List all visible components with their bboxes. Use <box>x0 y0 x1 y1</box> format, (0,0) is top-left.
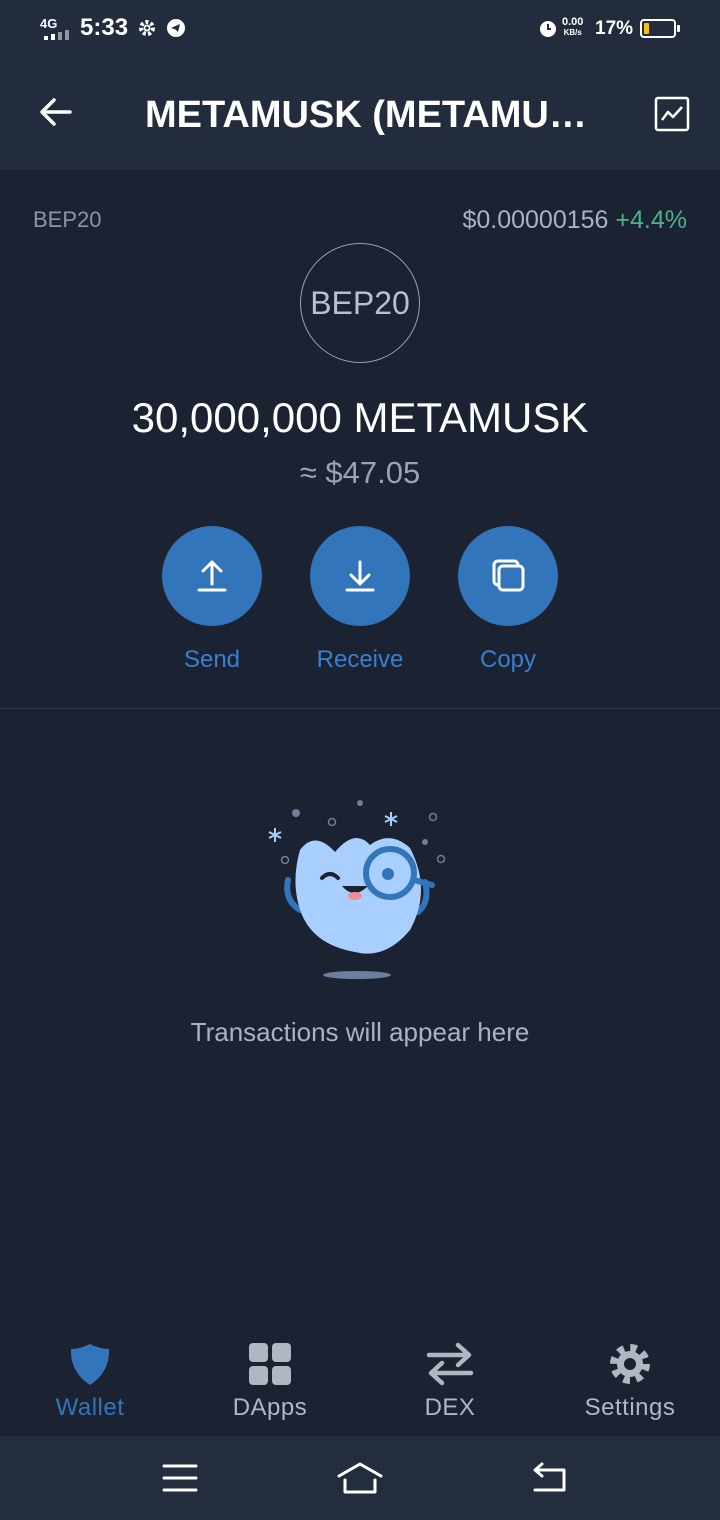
price-change: +4.4% <box>615 206 687 234</box>
upload-icon <box>197 560 227 592</box>
send-button[interactable]: Send <box>162 526 262 673</box>
network-label: BEP20 <box>33 207 102 232</box>
gear-icon <box>610 1344 650 1384</box>
token-logo-text: BEP20 <box>310 284 410 321</box>
back-nav-icon[interactable] <box>527 1456 571 1500</box>
download-icon <box>345 560 375 592</box>
chart-icon[interactable] <box>654 96 690 132</box>
empty-state-message: Transactions will appear here <box>190 1017 530 1047</box>
network-type: 4G <box>40 16 58 31</box>
swap-icon <box>426 1342 474 1386</box>
back-arrow-icon[interactable] <box>34 90 78 134</box>
menu-icon[interactable] <box>158 1456 202 1500</box>
empty-transactions-illustration <box>268 800 446 979</box>
tab-dapps-label[interactable]: DApps <box>180 1394 360 1422</box>
speed-value: 0.00 <box>562 16 584 28</box>
tab-wallet[interactable]: Wallet <box>0 1330 180 1435</box>
price-value: $0.00000156 <box>462 206 609 234</box>
speed-unit: KB/s <box>563 28 582 37</box>
receive-button[interactable]: Receive <box>310 526 410 673</box>
shield-icon <box>70 1344 110 1385</box>
receive-circle[interactable] <box>310 526 410 626</box>
copy-button[interactable]: Copy <box>458 526 558 673</box>
home-icon[interactable] <box>336 1456 384 1500</box>
system-nav-bar <box>0 1436 720 1520</box>
token-balance: 30,000,000 METAMUSK <box>131 394 589 441</box>
send-label[interactable]: Send <box>132 646 292 674</box>
network-speed: 0.00 KB/s <box>562 17 583 38</box>
token-price: $0.00000156 +4.4% <box>462 206 687 235</box>
header: METAMUSK (METAMUSK) <box>0 60 720 170</box>
battery-fill <box>644 23 649 34</box>
fiat-balance: ≈ $47.05 <box>299 455 421 490</box>
tab-settings-label[interactable]: Settings <box>540 1394 720 1422</box>
settings-gear-status-icon <box>139 20 155 36</box>
battery-icon <box>640 19 680 38</box>
battery-percent: 17% <box>595 18 634 39</box>
copy-circle[interactable] <box>458 526 558 626</box>
receive-label[interactable]: Receive <box>280 646 440 674</box>
token-logo: BEP20 <box>300 243 420 363</box>
tab-dex-label[interactable]: DEX <box>360 1394 540 1422</box>
alarm-icon <box>540 21 556 37</box>
copy-label[interactable]: Copy <box>428 646 588 674</box>
grid-icon <box>249 1343 291 1385</box>
tab-dex[interactable]: DEX <box>360 1330 540 1435</box>
tab-wallet-label[interactable]: Wallet <box>0 1394 180 1422</box>
signal-icon <box>44 30 69 40</box>
status-time: 5:33 <box>80 14 129 41</box>
tab-settings[interactable]: Settings <box>540 1330 720 1435</box>
bottom-tab-bar: Wallet DApps DEX Settings <box>0 1330 720 1435</box>
status-bar: 4G 5:33 0.00 KB/s 17% <box>0 0 720 60</box>
page-title: METAMUSK (METAMUSK) <box>145 94 605 136</box>
telegram-icon <box>167 19 185 37</box>
copy-icon <box>492 559 525 592</box>
tab-dapps[interactable]: DApps <box>180 1330 360 1435</box>
send-circle[interactable] <box>162 526 262 626</box>
divider <box>0 708 720 709</box>
